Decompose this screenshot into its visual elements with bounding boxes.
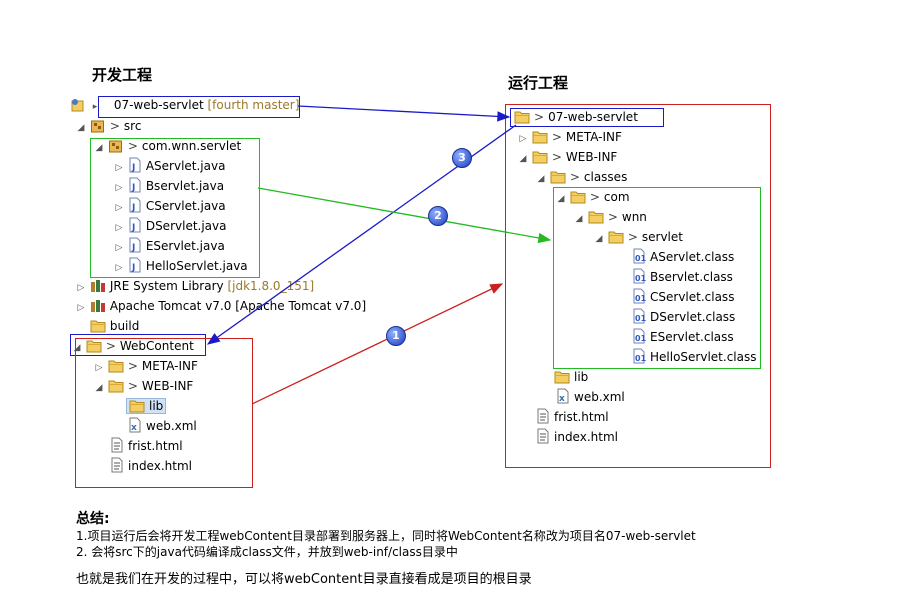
step-marker-2: 2 [428, 206, 448, 226]
arrow-project-to-project [297, 105, 511, 122]
arrow-deploy-webcontent [251, 283, 504, 405]
summary-line-3: 也就是我们在开发的过程中，可以将webContent目录直接看成是项目的根目录 [76, 572, 532, 587]
step-marker-3: 3 [452, 148, 472, 168]
arrow-compile-classes [257, 187, 552, 244]
summary-line-1: 1.项目运行后会将开发工程webContent目录部署到服务器上，同时将WebC… [76, 529, 696, 543]
summary-heading: 总结: [76, 511, 110, 527]
summary-line-2: 2. 会将src下的java代码编译成class文件，并放到web-inf/cl… [76, 545, 458, 559]
arrows-layer [206, 105, 552, 405]
step-marker-1: 1 [386, 326, 406, 346]
